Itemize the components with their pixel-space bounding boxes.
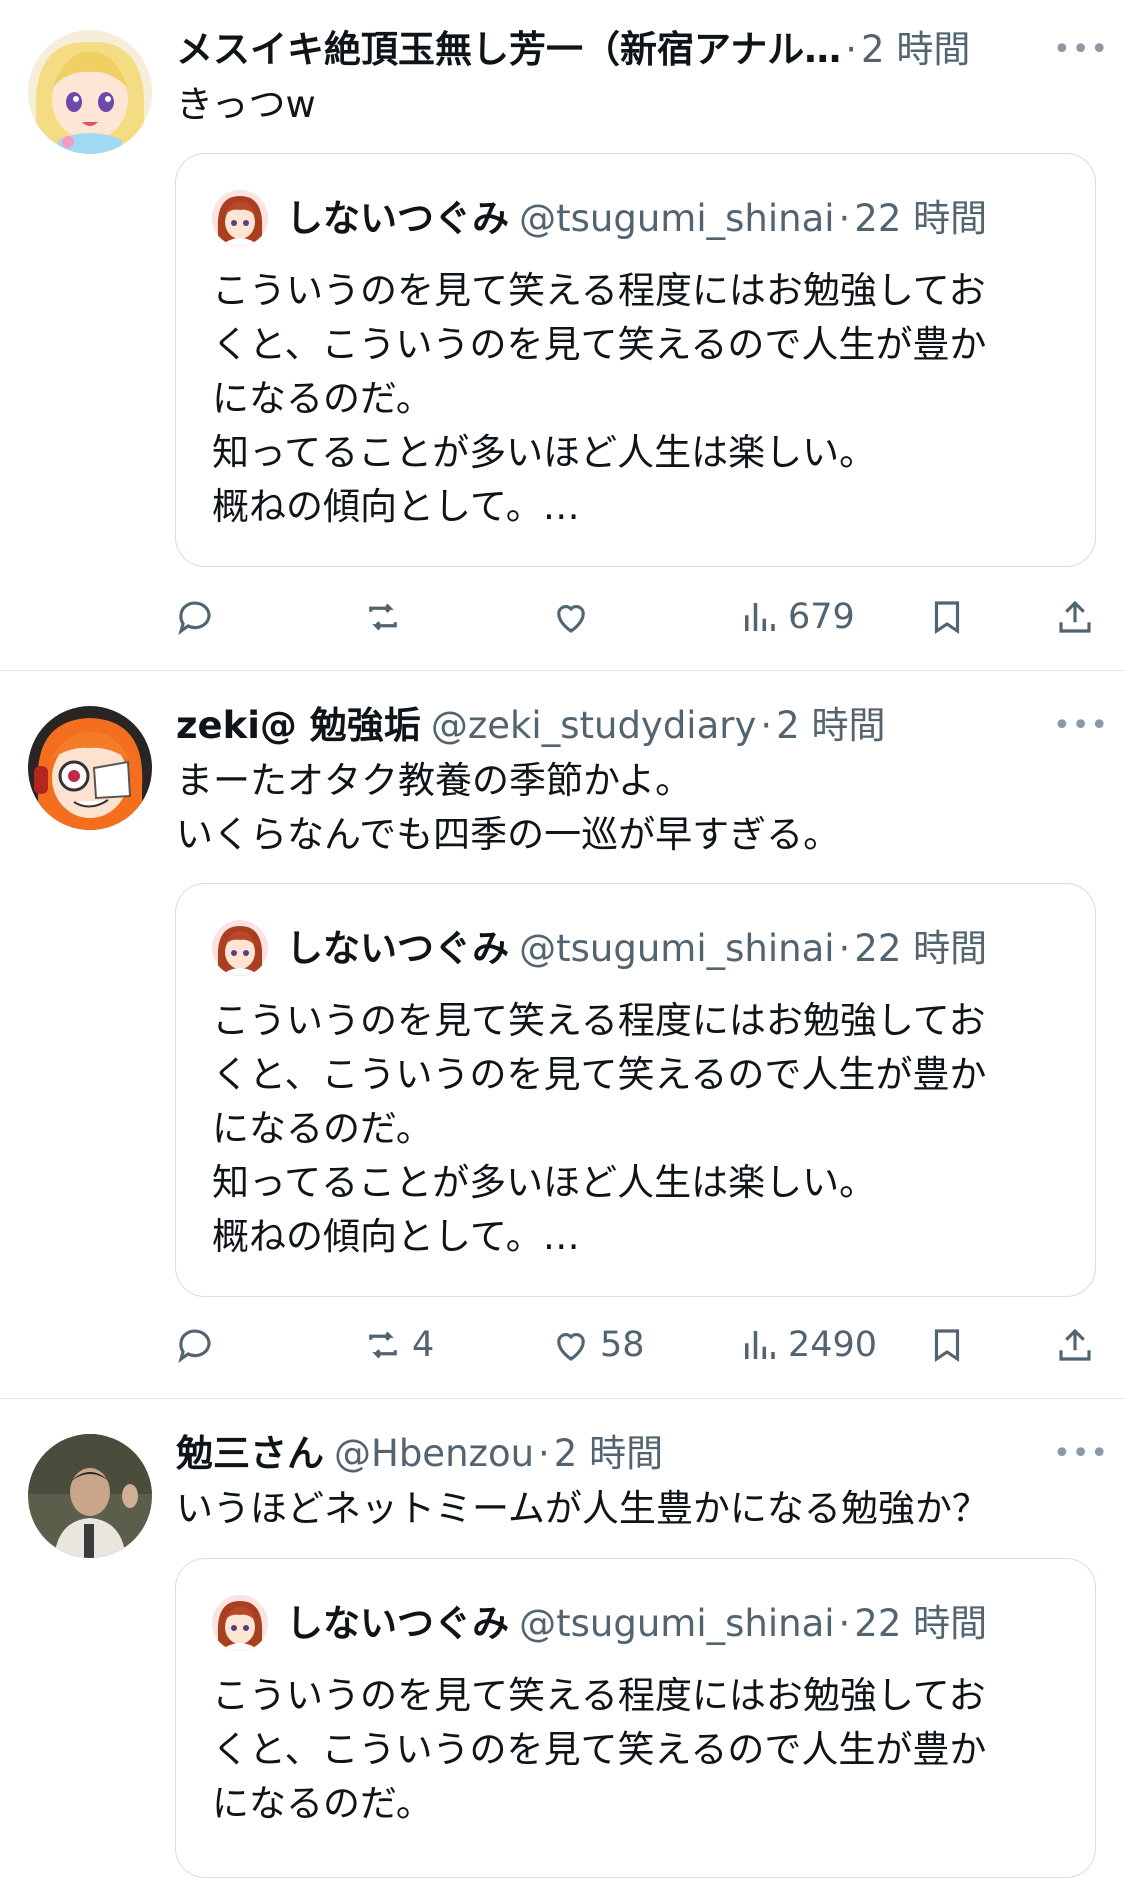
- share-button[interactable]: [1054, 590, 1096, 644]
- quoted-tweet-card[interactable]: しないつぐみ @tsugumi_shinai · 22 時間 こういうのを見て笑える程…: [175, 1558, 1096, 1878]
- more-options-icon[interactable]: •••: [1053, 1430, 1108, 1478]
- quoted-handle: @tsugumi_shinai: [519, 197, 835, 240]
- display-name[interactable]: zeki@ 勉強垢: [176, 704, 421, 747]
- quoted-timestamp: 22 時間: [854, 197, 988, 240]
- quoted-timestamp: 22 時間: [854, 927, 988, 970]
- tweet-header: zeki@ 勉強垢 @zeki_studydiary · 2 時間: [176, 702, 1006, 750]
- separator-dot: ·: [845, 28, 858, 71]
- quoted-tweet-card[interactable]: しないつぐみ @tsugumi_shinai · 22 時間 こういうのを見て笑える程…: [175, 153, 1096, 567]
- more-options-icon[interactable]: •••: [1053, 26, 1108, 74]
- quoted-handle: @tsugumi_shinai: [519, 1602, 835, 1645]
- tweet-text: いうほどネットミームが人生豊かになる勉強か？: [176, 1487, 989, 1530]
- retweet-icon: [369, 1331, 397, 1359]
- quoted-header: しないつぐみ @tsugumi_shinai · 22 時間: [286, 924, 1066, 974]
- tweet-header: メスイキ絶頂玉無し芳一（新宿アナル… · 2 時間: [176, 26, 1006, 74]
- avatar[interactable]: [28, 30, 152, 154]
- retweet-button[interactable]: [362, 590, 412, 644]
- bookmark-icon: [934, 601, 960, 634]
- views-count: 2490: [788, 1325, 878, 1365]
- views-icon: [745, 603, 775, 631]
- quoted-display-name: しないつぐみ: [286, 1602, 510, 1645]
- reply-icon: [178, 601, 211, 635]
- retweet-button[interactable]: 4: [362, 1318, 434, 1372]
- views-count: 679: [788, 597, 855, 637]
- timestamp[interactable]: 2 時間: [554, 1432, 663, 1475]
- avatar[interactable]: [28, 706, 152, 830]
- display-name[interactable]: メスイキ絶頂玉無し芳一（新宿アナル…: [176, 28, 841, 71]
- share-button[interactable]: [1054, 1318, 1096, 1372]
- views-icon: [745, 1331, 775, 1359]
- separator-dot: ·: [838, 197, 851, 240]
- quoted-timestamp: 22 時間: [854, 1602, 988, 1645]
- retweet-count: 4: [412, 1325, 435, 1365]
- quoted-tweet-card[interactable]: しないつぐみ @tsugumi_shinai · 22 時間 こういうのを見て笑える程…: [175, 883, 1096, 1297]
- separator-dot: ·: [838, 1602, 851, 1645]
- quoted-avatar: [212, 1595, 268, 1651]
- action-bar: 4 58 2490: [0, 1318, 1125, 1372]
- quoted-text: こういうのを見て笑える程度にはお勉強してお くと、こういうのを見て笑えるので人生…: [212, 1674, 987, 1825]
- share-icon: [1059, 600, 1091, 633]
- quoted-header: しないつぐみ @tsugumi_shinai · 22 時間: [286, 1599, 1066, 1649]
- like-count: 58: [600, 1325, 645, 1365]
- quoted-text: こういうのを見て笑える程度にはお勉強してお くと、こういうのを見て笑えるので人生…: [212, 269, 987, 528]
- like-button[interactable]: 58: [550, 1318, 645, 1372]
- separator-dot: ·: [838, 927, 851, 970]
- tweet-text: きっつw: [176, 83, 316, 126]
- quoted-header: しないつぐみ @tsugumi_shinai · 22 時間: [286, 194, 1066, 244]
- bookmark-button[interactable]: [926, 590, 968, 644]
- reply-button[interactable]: [174, 590, 224, 644]
- display-name[interactable]: 勉三さん: [176, 1432, 324, 1475]
- quoted-text: こういうのを見て笑える程度にはお勉強してお くと、こういうのを見て笑えるので人生…: [212, 999, 987, 1258]
- views-button[interactable]: 2490: [738, 1318, 877, 1372]
- quoted-handle: @tsugumi_shinai: [519, 927, 835, 970]
- tweet[interactable]: 勉三さん @Hbenzou · 2 時間 ••• いうほどネットミームが人生豊かになる…: [0, 1398, 1125, 1878]
- separator-dot: ·: [538, 1432, 550, 1475]
- like-button[interactable]: [550, 590, 600, 644]
- tweet[interactable]: メスイキ絶頂玉無し芳一（新宿アナル… · 2 時間 ••• きっつw しないつぐみ @…: [0, 0, 1125, 671]
- tweet-text: まーたオタク教養の季節かよ。 いくらなんでも四季の一巡が早すぎる。: [176, 759, 841, 856]
- like-icon: [557, 605, 585, 633]
- quoted-display-name: しないつぐみ: [286, 197, 510, 240]
- views-button[interactable]: 679: [738, 590, 855, 644]
- quoted-avatar: [212, 190, 268, 246]
- quoted-display-name: しないつぐみ: [286, 927, 510, 970]
- user-handle[interactable]: @zeki_studydiary: [431, 704, 757, 747]
- quoted-avatar: [212, 920, 268, 976]
- reply-icon: [178, 1329, 211, 1363]
- retweet-icon: [369, 603, 397, 631]
- user-handle[interactable]: @Hbenzou: [334, 1432, 534, 1475]
- tweet[interactable]: zeki@ 勉強垢 @zeki_studydiary · 2 時間 ••• まーたオタ…: [0, 670, 1125, 1399]
- reply-button[interactable]: [174, 1318, 224, 1372]
- bookmark-icon: [934, 1329, 960, 1362]
- like-icon: [557, 1333, 585, 1361]
- timestamp[interactable]: 2 時間: [861, 28, 970, 71]
- bookmark-button[interactable]: [926, 1318, 968, 1372]
- avatar[interactable]: [28, 1434, 152, 1558]
- more-options-icon[interactable]: •••: [1053, 702, 1108, 750]
- separator-dot: ·: [760, 704, 773, 747]
- tweet-header: 勉三さん @Hbenzou · 2 時間: [176, 1430, 1006, 1478]
- timestamp[interactable]: 2 時間: [776, 704, 885, 747]
- action-bar: 679: [0, 590, 1125, 644]
- share-icon: [1059, 1328, 1091, 1361]
